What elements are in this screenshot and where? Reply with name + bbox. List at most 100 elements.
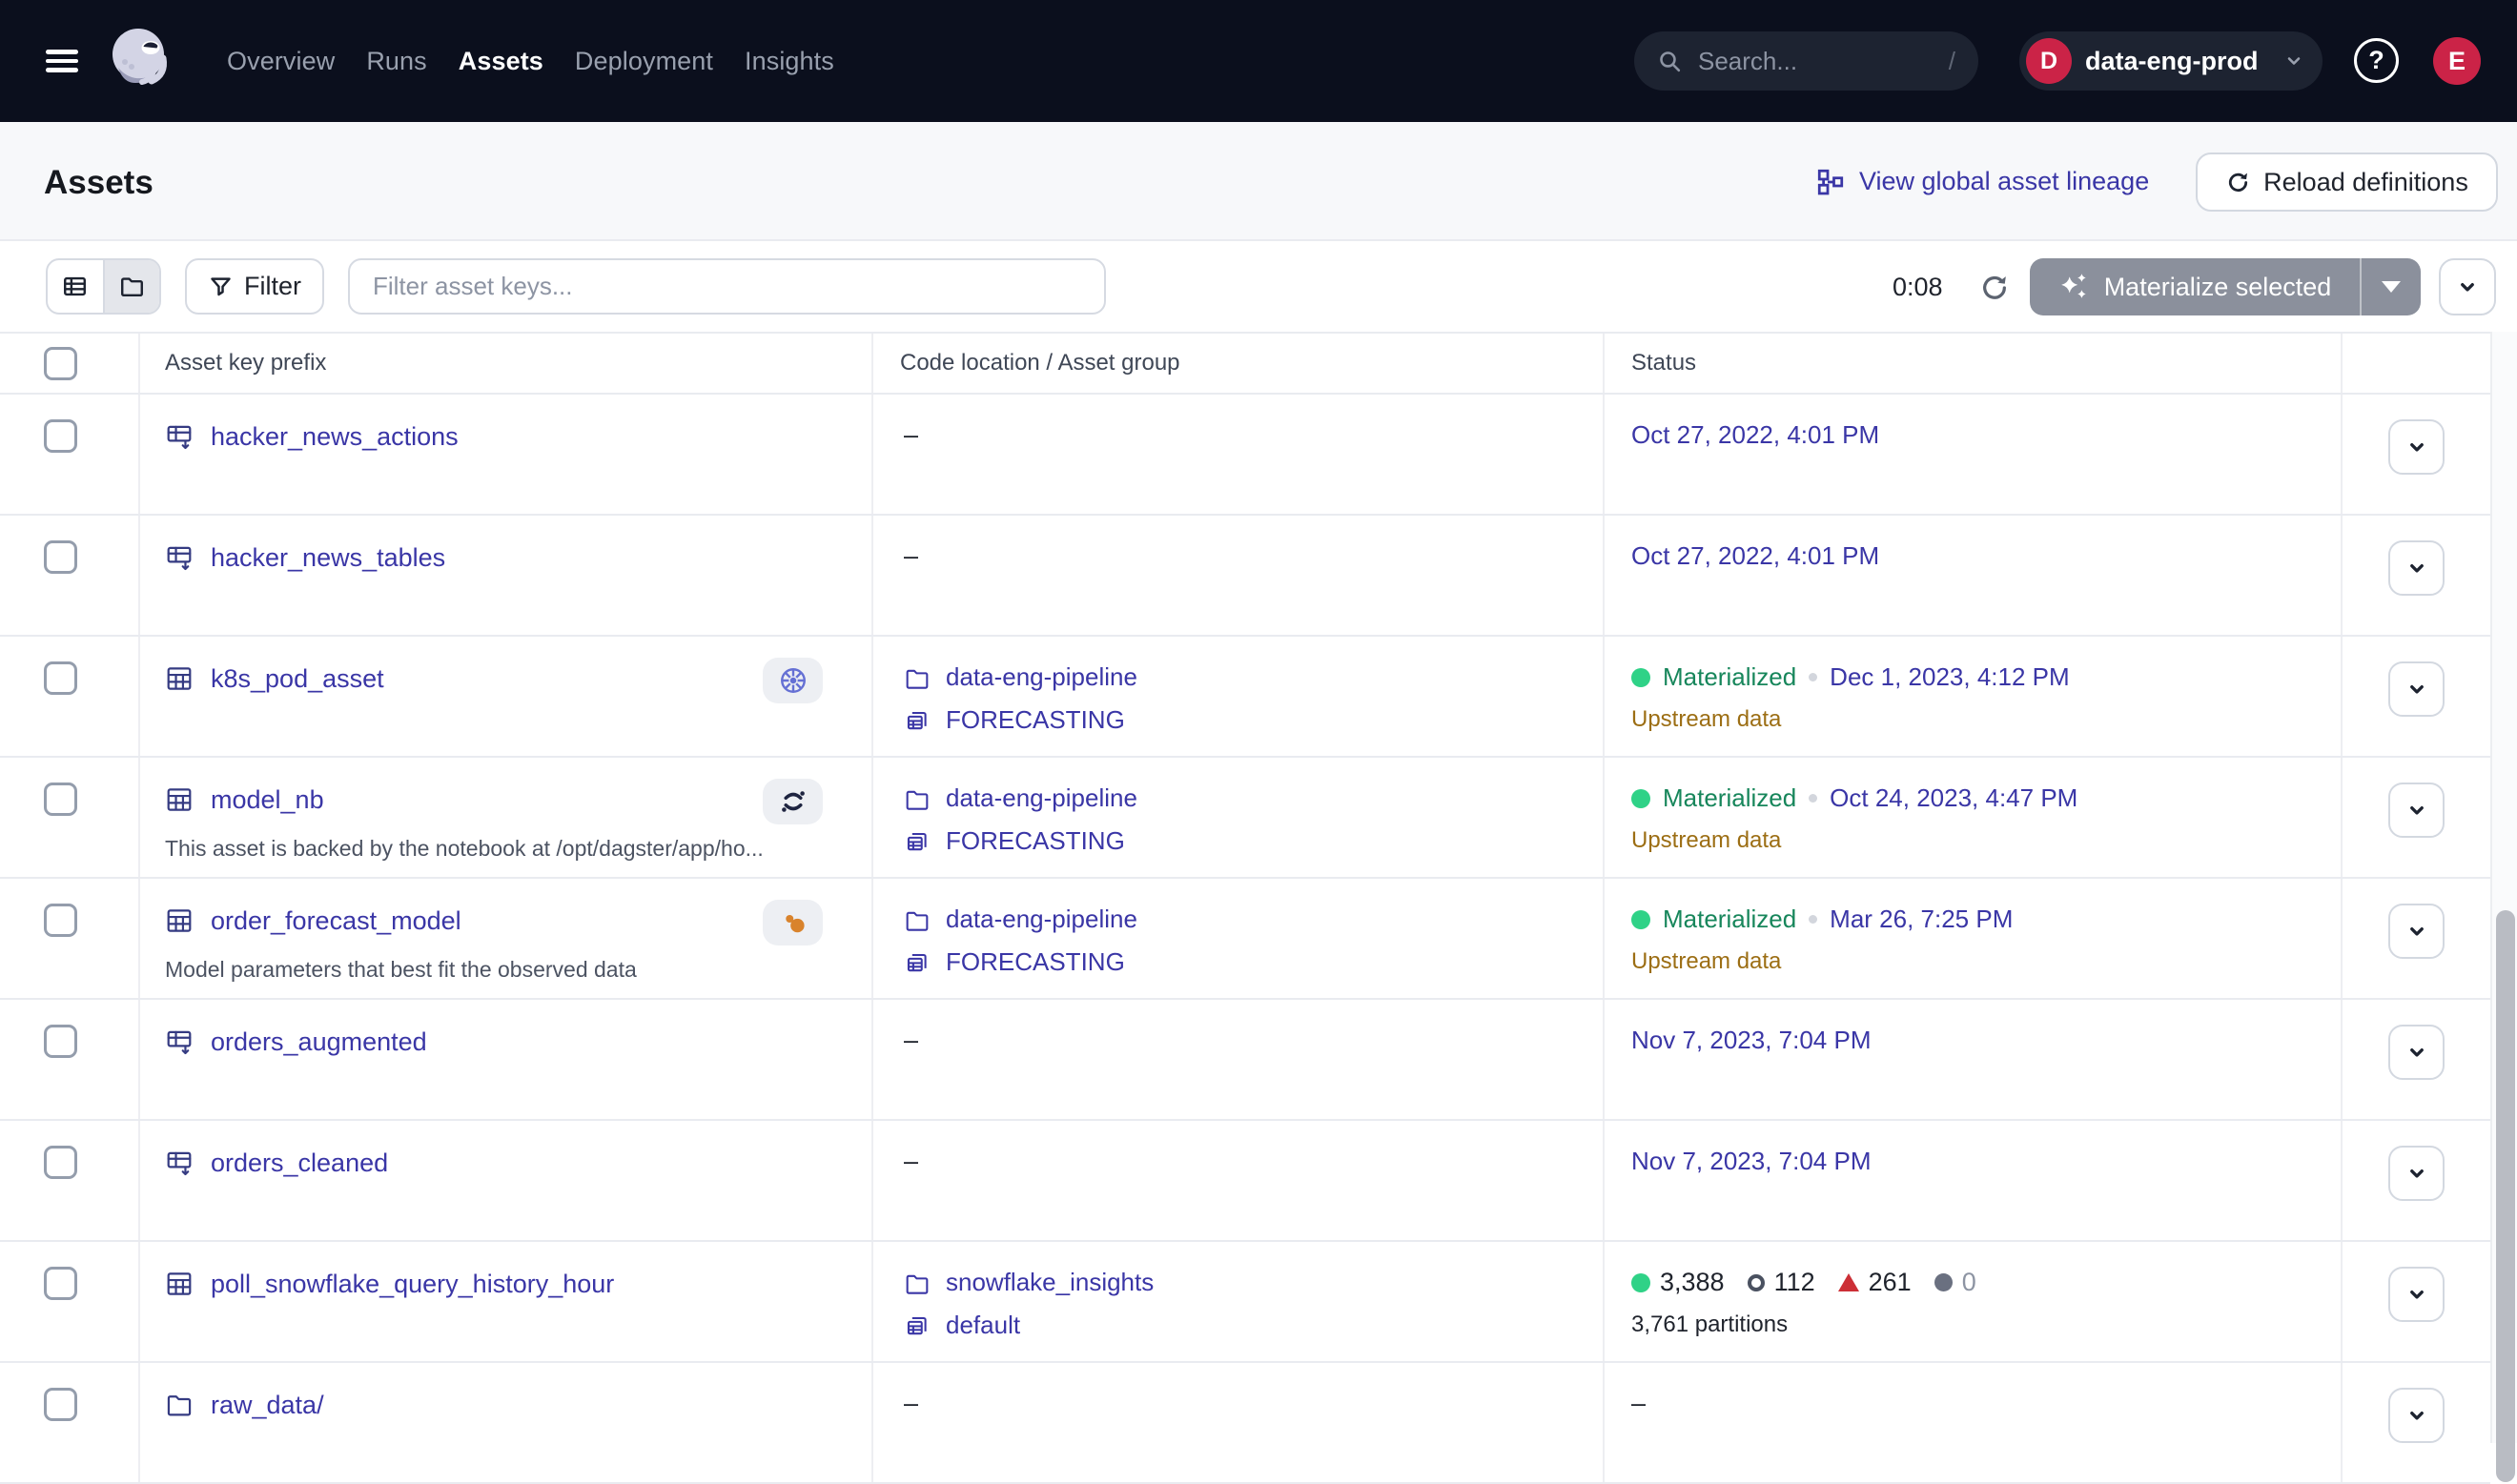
user-avatar[interactable]: E bbox=[2433, 37, 2481, 85]
scrollbar-thumb[interactable] bbox=[2496, 910, 2515, 1482]
help-icon[interactable]: ? bbox=[2354, 38, 2399, 83]
row-expand-button[interactable] bbox=[2388, 1267, 2445, 1322]
filter-asset-keys-input[interactable] bbox=[348, 258, 1106, 315]
row-expand-button[interactable] bbox=[2388, 1388, 2445, 1443]
partition-count: 261 bbox=[1838, 1268, 1912, 1297]
asset-group-link[interactable]: FORECASTING bbox=[946, 705, 1125, 735]
timestamp-link[interactable]: Nov 7, 2023, 7:04 PM bbox=[1631, 1147, 1871, 1176]
empty-value-dash: – bbox=[904, 420, 918, 449]
row-expand-button[interactable] bbox=[2388, 661, 2445, 717]
code-location-link[interactable]: data-eng-pipeline bbox=[946, 783, 1137, 813]
row-checkbox[interactable] bbox=[44, 1267, 77, 1300]
asset-link[interactable]: k8s_pod_asset bbox=[211, 664, 384, 694]
folder-view-button[interactable] bbox=[103, 260, 160, 313]
timestamp-link[interactable]: Oct 27, 2022, 4:01 PM bbox=[1631, 541, 1879, 571]
materialize-options-dropdown[interactable] bbox=[2360, 258, 2421, 315]
asset-group-link[interactable]: FORECASTING bbox=[946, 826, 1125, 856]
row-actions-cell bbox=[2343, 516, 2490, 635]
global-search-input[interactable]: Search... / bbox=[1634, 31, 1978, 91]
k8s-icon-badge bbox=[763, 658, 823, 703]
chevron-down-icon bbox=[2404, 1281, 2430, 1308]
status-line: MaterializedDec 1, 2023, 4:12 PM bbox=[1631, 657, 2341, 698]
asset-link[interactable]: order_forecast_model bbox=[211, 906, 461, 936]
asset-link[interactable]: model_nb bbox=[211, 785, 324, 815]
table-icon bbox=[165, 664, 194, 693]
code-location-link[interactable]: data-eng-pipeline bbox=[946, 905, 1137, 934]
empty-value-dash: – bbox=[1631, 1389, 1646, 1417]
top-nav: Overview Runs Assets Deployment Insights… bbox=[0, 0, 2517, 122]
materialize-selected-button-group: Materialize selected bbox=[2030, 258, 2421, 315]
code-location-link[interactable]: data-eng-pipeline bbox=[946, 662, 1137, 692]
asset-link[interactable]: orders_cleaned bbox=[211, 1149, 388, 1178]
materialize-selected-button[interactable]: Materialize selected bbox=[2030, 258, 2360, 315]
toolbar-collapse-button[interactable] bbox=[2439, 258, 2496, 315]
code-location-cell: data-eng-pipeline FORECASTING bbox=[873, 758, 1605, 877]
dagster-logo-icon[interactable] bbox=[109, 26, 175, 92]
asset-group-link[interactable]: FORECASTING bbox=[946, 947, 1125, 977]
row-expand-button[interactable] bbox=[2388, 783, 2445, 838]
separator-dot-icon bbox=[1809, 673, 1817, 681]
row-expand-button[interactable] bbox=[2388, 540, 2445, 596]
row-select-cell bbox=[0, 879, 140, 998]
row-checkbox[interactable] bbox=[44, 1025, 77, 1058]
table-row: model_nbThis asset is backed by the note… bbox=[0, 758, 2490, 879]
row-checkbox[interactable] bbox=[44, 904, 77, 937]
code-location-cell: – bbox=[873, 395, 1605, 514]
noteable-icon bbox=[778, 786, 808, 817]
nav-item-runs[interactable]: Runs bbox=[366, 47, 426, 76]
asset-link[interactable]: raw_data/ bbox=[211, 1391, 324, 1420]
row-checkbox[interactable] bbox=[44, 1388, 77, 1421]
nav-item-deployment[interactable]: Deployment bbox=[575, 47, 713, 76]
asset-key-cell: raw_data/ bbox=[140, 1363, 873, 1482]
timestamp-link[interactable]: Dec 1, 2023, 4:12 PM bbox=[1830, 662, 2069, 692]
row-select-cell bbox=[0, 637, 140, 756]
asset-link[interactable]: hacker_news_actions bbox=[211, 422, 459, 452]
row-expand-button[interactable] bbox=[2388, 1146, 2445, 1201]
nav-item-assets[interactable]: Assets bbox=[459, 47, 543, 76]
timestamp-link[interactable]: Nov 7, 2023, 7:04 PM bbox=[1631, 1026, 1871, 1055]
assets-toolbar: Filter 0:08 Materialize selected bbox=[0, 243, 2517, 332]
select-all-checkbox[interactable] bbox=[44, 347, 77, 380]
reload-definitions-button[interactable]: Reload definitions bbox=[2196, 152, 2498, 212]
row-actions-cell bbox=[2343, 1000, 2490, 1119]
table-row: hacker_news_tables–Oct 27, 2022, 4:01 PM bbox=[0, 516, 2490, 637]
row-checkbox[interactable] bbox=[44, 783, 77, 816]
nav-item-insights[interactable]: Insights bbox=[745, 47, 834, 76]
refresh-icon[interactable] bbox=[1978, 272, 2011, 304]
code-location-link[interactable]: snowflake_insights bbox=[946, 1268, 1154, 1297]
timestamp-link[interactable]: Oct 24, 2023, 4:47 PM bbox=[1830, 783, 2077, 813]
status-cell: Oct 27, 2022, 4:01 PM bbox=[1605, 395, 2343, 514]
row-checkbox[interactable] bbox=[44, 419, 77, 453]
chevron-down-icon bbox=[2404, 676, 2430, 702]
view-global-asset-lineage-link[interactable]: View global asset lineage bbox=[1816, 122, 2149, 241]
timestamp-link[interactable]: Oct 27, 2022, 4:01 PM bbox=[1631, 420, 1879, 450]
asset-group-link[interactable]: default bbox=[946, 1311, 1020, 1340]
jupyter-icon bbox=[778, 907, 808, 938]
separator-dot-icon bbox=[1809, 915, 1817, 924]
row-expand-button[interactable] bbox=[2388, 1025, 2445, 1080]
row-actions-cell bbox=[2343, 879, 2490, 998]
asset-group-icon bbox=[904, 949, 931, 976]
row-checkbox[interactable] bbox=[44, 540, 77, 574]
asset-link[interactable]: hacker_news_tables bbox=[211, 543, 445, 573]
asset-group-icon bbox=[904, 1312, 931, 1339]
row-checkbox[interactable] bbox=[44, 661, 77, 695]
list-view-button[interactable] bbox=[48, 260, 103, 313]
asset-link[interactable]: orders_augmented bbox=[211, 1027, 427, 1057]
table-row: orders_cleaned–Nov 7, 2023, 7:04 PM bbox=[0, 1121, 2490, 1242]
row-expand-button[interactable] bbox=[2388, 904, 2445, 959]
hamburger-menu-icon[interactable] bbox=[46, 50, 78, 72]
row-checkbox[interactable] bbox=[44, 1146, 77, 1179]
table-icon bbox=[165, 785, 194, 814]
filter-button[interactable]: Filter bbox=[185, 258, 324, 315]
nav-item-overview[interactable]: Overview bbox=[227, 47, 335, 76]
page-title: Assets bbox=[44, 164, 153, 202]
asset-link[interactable]: poll_snowflake_query_history_hour bbox=[211, 1270, 614, 1299]
status-cell: Nov 7, 2023, 7:04 PM bbox=[1605, 1000, 2343, 1119]
timestamp-link[interactable]: Mar 26, 7:25 PM bbox=[1830, 905, 2013, 934]
row-expand-button[interactable] bbox=[2388, 419, 2445, 475]
view-toggle bbox=[46, 258, 161, 315]
asset-key-cell: hacker_news_actions bbox=[140, 395, 873, 514]
asset-description: Model parameters that best fit the obser… bbox=[165, 957, 832, 983]
deployment-switcher[interactable]: D data-eng-prod bbox=[2019, 31, 2323, 91]
